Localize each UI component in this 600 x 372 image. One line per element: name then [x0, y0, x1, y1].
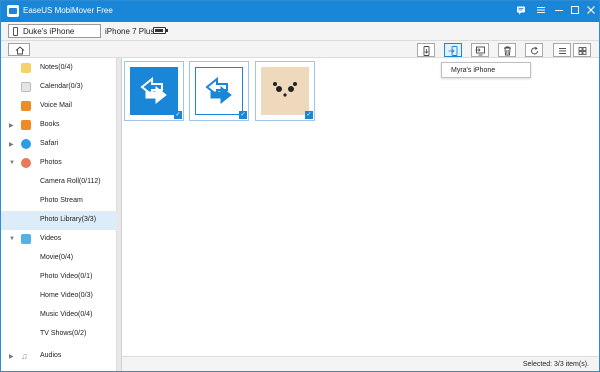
safari-icon [21, 139, 31, 149]
sidebar-item-label: Photo Stream [40, 197, 83, 204]
photo-thumbnail[interactable]: ✓ [255, 61, 315, 121]
photos-icon [21, 158, 31, 168]
list-view-icon [559, 48, 566, 54]
sidebar-item-tv-shows[interactable]: TV Shows(0/2) [1, 325, 117, 344]
export-to-pc-button[interactable] [417, 43, 435, 57]
battery-icon [153, 27, 168, 34]
list-view-button[interactable] [553, 43, 571, 57]
sidebar-item-photo-library[interactable]: Photo Library(3/3) [1, 211, 117, 230]
target-device-dropdown[interactable]: Myra's iPhone [441, 62, 531, 78]
app-title: EaseUS MobiMover Free [23, 6, 113, 15]
sidebar-item-label: Movie(0/4) [40, 254, 74, 261]
chevron-right-icon[interactable]: ▶ [9, 122, 14, 129]
checkbox-checked[interactable]: ✓ [174, 111, 182, 119]
chevron-right-icon[interactable]: ▶ [9, 353, 14, 360]
sidebar-item-photos[interactable]: ▼ Photos [1, 154, 117, 173]
photo-thumbnail[interactable]: ✓ [124, 61, 184, 121]
chevron-right-icon[interactable]: ▶ [9, 141, 14, 148]
sidebar-item-label: Photo Video(0/1) [40, 273, 93, 280]
sidebar-item-books[interactable]: ▶ Books [1, 116, 117, 135]
sidebar-item-home-video[interactable]: Home Video(0/3) [1, 287, 117, 306]
transfer-arrows-image [195, 67, 243, 115]
notes-icon [21, 63, 31, 73]
trash-icon [504, 46, 511, 56]
menu-icon[interactable] [535, 5, 547, 17]
grid-view-button[interactable] [573, 43, 591, 57]
refresh-button[interactable] [525, 43, 543, 57]
sidebar-item-photo-stream[interactable]: Photo Stream [1, 192, 117, 211]
transfer-to-device-button[interactable] [444, 43, 462, 57]
chevron-down-icon[interactable]: ▼ [9, 160, 15, 166]
sidebar-item-music-video[interactable]: Music Video(0/4) [1, 306, 117, 325]
device-bar: Duke's iPhone iPhone 7 Plus [1, 22, 599, 41]
sidebar-item-camera-roll[interactable]: Camera Roll(0/112) [1, 173, 117, 192]
sidebar-item-movie[interactable]: Movie(0/4) [1, 249, 117, 268]
books-icon [21, 120, 31, 130]
sidebar: Notes(0/4) Calendar(0/3) Voice Mail ▶ Bo… [1, 58, 117, 371]
sidebar-item-label: Music Video(0/4) [40, 311, 93, 318]
sidebar-item-label: Safari [40, 140, 59, 147]
sidebar-item-label: Audios [40, 352, 62, 359]
sidebar-item-videos[interactable]: ▼ Videos [1, 230, 117, 249]
sidebar-item-label: Camera Roll(0/112) [40, 178, 101, 185]
sidebar-item-voice-mail[interactable]: Voice Mail [1, 97, 117, 116]
music-icon: ♫ [21, 351, 28, 361]
sidebar-item-label: Photo Library(3/3) [40, 216, 97, 223]
sidebar-item-label: Videos [40, 235, 62, 242]
toolbar [1, 41, 599, 58]
phone-export-icon [423, 46, 430, 56]
photo-grid: ✓ ✓ ✓ [122, 58, 599, 356]
photo-thumbnail[interactable]: ✓ [189, 61, 249, 121]
app-logo-icon [7, 5, 19, 17]
home-button[interactable] [8, 43, 30, 56]
target-device-option[interactable]: Myra's iPhone [451, 67, 495, 74]
sidebar-item-label: Calendar(0/3) [40, 83, 83, 90]
sidebar-item-audios[interactable]: ▶ ♫ Audios [1, 347, 117, 366]
app-window: EaseUS MobiMover Free Duke's iPhone iPho… [0, 0, 600, 372]
close-icon[interactable] [585, 5, 597, 17]
device-model: iPhone 7 Plus [105, 27, 155, 36]
home-icon [15, 46, 25, 55]
voicemail-icon [21, 101, 31, 111]
chevron-down-icon[interactable]: ▼ [9, 236, 15, 242]
calendar-icon [21, 82, 31, 92]
transfer-to-computer-button[interactable] [471, 43, 489, 57]
sidebar-item-label: Photos [40, 159, 62, 166]
sidebar-item-safari[interactable]: ▶ Safari [1, 135, 117, 154]
sidebar-item-label: Books [40, 121, 60, 128]
checkbox-checked[interactable]: ✓ [305, 111, 313, 119]
maximize-icon[interactable] [569, 5, 581, 17]
sidebar-item-label: Notes(0/4) [40, 64, 73, 71]
minimize-icon[interactable] [553, 5, 565, 17]
refresh-icon [531, 46, 538, 55]
sidebar-item-label: Voice Mail [40, 102, 72, 109]
device-name: Duke's iPhone [23, 27, 75, 36]
sidebar-item-notes[interactable]: Notes(0/4) [1, 59, 117, 78]
sidebar-item-label: TV Shows(0/2) [40, 330, 87, 337]
grid-view-icon [578, 47, 587, 55]
phone-icon [13, 27, 18, 36]
sidebar-item-photo-video[interactable]: Photo Video(0/1) [1, 268, 117, 287]
checkbox-checked[interactable]: ✓ [239, 111, 247, 119]
title-bar: EaseUS MobiMover Free [1, 1, 599, 22]
panda-image [261, 67, 309, 115]
transfer-computer-icon [475, 46, 485, 56]
videos-icon [21, 234, 31, 244]
transfer-arrows-image [130, 67, 178, 115]
sidebar-item-label: Home Video(0/3) [40, 292, 93, 299]
device-selector[interactable]: Duke's iPhone [8, 24, 101, 38]
status-bar: Selected: 3/3 item(s). [122, 356, 599, 371]
sidebar-item-calendar[interactable]: Calendar(0/3) [1, 78, 117, 97]
transfer-device-icon [448, 46, 458, 56]
selection-status: Selected: 3/3 item(s). [522, 361, 589, 368]
feedback-icon[interactable] [515, 5, 527, 17]
delete-button[interactable] [498, 43, 516, 57]
